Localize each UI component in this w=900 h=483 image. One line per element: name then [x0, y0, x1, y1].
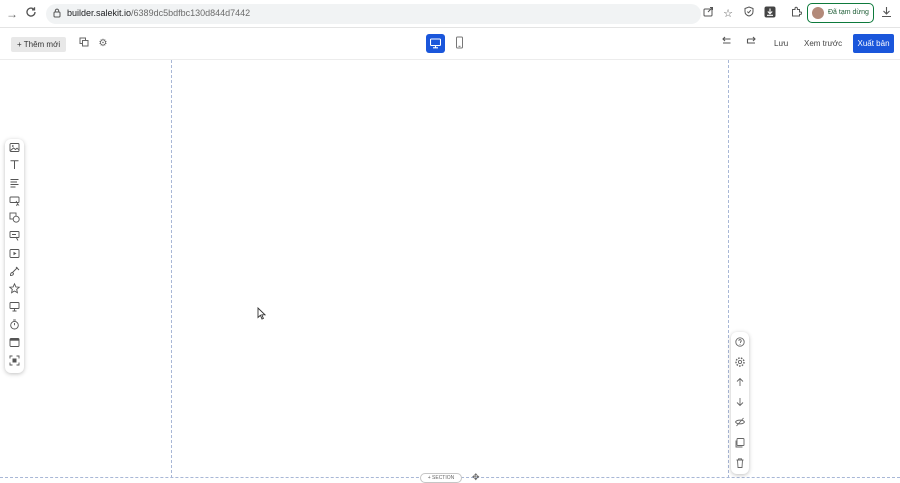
mobile-icon — [456, 36, 463, 49]
right-content-guide — [728, 60, 729, 478]
settings-gear-icon[interactable]: ⚙ — [96, 37, 110, 51]
form-icon[interactable] — [8, 229, 21, 242]
preview-button[interactable]: Xem trước — [804, 39, 842, 48]
video-icon[interactable] — [8, 247, 21, 260]
hide-icon[interactable] — [734, 416, 746, 428]
publish-button[interactable]: Xuất bản — [853, 34, 894, 53]
star-element-icon[interactable] — [8, 282, 21, 295]
brush-icon[interactable] — [8, 265, 21, 278]
browser-chrome: → builder.salekit.io/6389dc5bdfbc130d844… — [0, 0, 900, 28]
mouse-cursor-icon — [257, 306, 267, 325]
undo-icon[interactable] — [719, 36, 733, 50]
share-icon[interactable] — [701, 6, 715, 22]
download-ext-icon[interactable] — [763, 6, 777, 22]
button-icon[interactable] — [8, 194, 21, 207]
desktop-view-button[interactable] — [426, 34, 445, 53]
profile-paused-chip[interactable]: Đã tạm dừng — [807, 3, 874, 23]
url-path: /6389dc5bdfbc130d844d7442 — [131, 8, 251, 18]
star-icon[interactable]: ☆ — [721, 6, 735, 22]
url-text: builder.salekit.io/6389dc5bdfbc130d844d7… — [67, 8, 250, 18]
shape-icon[interactable] — [8, 211, 21, 224]
left-content-guide — [171, 60, 172, 478]
profile-status: Đã tạm dừng — [828, 9, 869, 16]
popup-icon[interactable] — [8, 336, 21, 349]
add-new-button[interactable]: + Thêm mới — [11, 37, 67, 52]
url-host: builder.salekit.io — [67, 8, 132, 18]
editor-canvas[interactable] — [0, 60, 900, 481]
section-settings-icon[interactable] — [734, 356, 746, 368]
avatar — [812, 7, 824, 19]
puzzle-icon[interactable] — [789, 6, 803, 22]
copy-icon[interactable] — [77, 37, 91, 51]
presentation-icon[interactable] — [8, 300, 21, 313]
reload-icon[interactable] — [23, 6, 39, 22]
text-icon[interactable] — [8, 158, 21, 171]
move-down-icon[interactable] — [734, 396, 746, 408]
duplicate-icon[interactable] — [734, 437, 746, 449]
downloads-icon[interactable] — [879, 6, 893, 22]
move-up-icon[interactable] — [734, 376, 746, 388]
element-toolbox — [5, 139, 24, 373]
desktop-icon — [430, 38, 441, 49]
lock-icon — [53, 8, 61, 21]
forward-icon[interactable]: → — [4, 6, 20, 22]
address-bar[interactable]: builder.salekit.io/6389dc5bdfbc130d844d7… — [46, 4, 701, 24]
image-icon[interactable] — [8, 141, 21, 154]
timer-icon[interactable] — [8, 318, 21, 331]
add-section-button[interactable]: + SECTION — [420, 473, 462, 483]
move-handle-icon[interactable]: ✥ — [472, 472, 480, 483]
help-icon[interactable] — [734, 336, 746, 348]
mobile-view-button[interactable] — [454, 36, 465, 50]
section-tools — [731, 332, 749, 474]
delete-icon[interactable] — [734, 457, 746, 469]
frame-icon[interactable] — [8, 354, 21, 367]
paragraph-icon[interactable] — [8, 176, 21, 189]
shield-icon[interactable] — [742, 6, 756, 22]
builder-toolbar: + Thêm mới ⚙ Lưu Xem trước Xuất bản — [0, 28, 900, 60]
redo-icon[interactable] — [745, 36, 759, 50]
save-button[interactable]: Lưu — [774, 39, 788, 48]
